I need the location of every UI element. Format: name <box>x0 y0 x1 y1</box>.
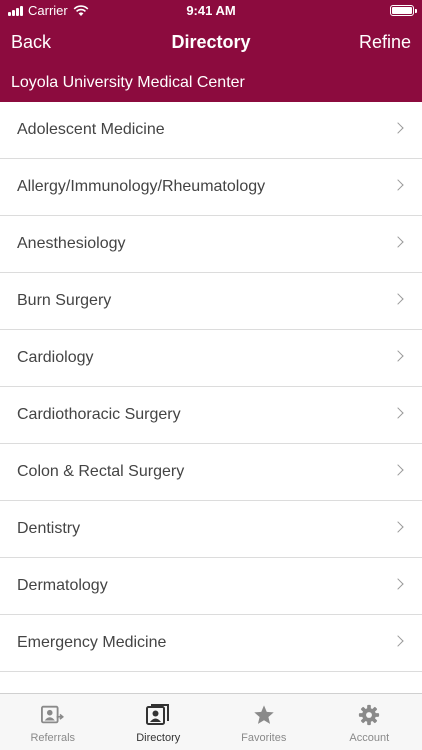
tab-bar: Referrals Directory Favorites Account <box>0 693 422 750</box>
battery-icon <box>390 5 417 16</box>
chevron-right-icon <box>392 407 404 419</box>
list-item[interactable]: Adolescent Medicine <box>0 102 422 159</box>
referrals-icon <box>40 704 65 726</box>
list-item[interactable]: Cardiothoracic Surgery <box>0 387 422 444</box>
list-item-label: Dentistry <box>17 520 81 537</box>
gear-icon <box>357 704 381 726</box>
list-item-label: Burn Surgery <box>17 292 112 309</box>
chevron-right-icon <box>392 236 404 248</box>
nav-bar: Back Directory Refine <box>0 28 422 58</box>
directory-icon <box>146 704 170 726</box>
list-item-label: Cardiothoracic Surgery <box>17 406 181 423</box>
tab-label: Referrals <box>30 732 76 744</box>
tab-label: Directory <box>136 732 181 744</box>
status-time: 9:41 AM <box>186 3 236 18</box>
list-item[interactable]: Burn Surgery <box>0 273 422 330</box>
list-item-label: Cardiology <box>17 349 94 366</box>
tab-referrals[interactable]: Referrals <box>0 694 106 750</box>
tab-favorites[interactable]: Favorites <box>211 694 317 750</box>
department-list: Adolescent Medicine Allergy/Immunology/R… <box>0 102 422 693</box>
tab-label: Account <box>349 732 390 744</box>
list-item-label: Allergy/Immunology/Rheumatology <box>17 178 266 195</box>
chevron-right-icon <box>392 578 404 590</box>
list-item[interactable]: Dentistry <box>0 501 422 558</box>
header: Carrier 9:41 AM Back Directory Refine Lo… <box>0 0 422 102</box>
institution-subtitle: Loyola University Medical Center <box>11 74 245 91</box>
chevron-right-icon <box>392 179 404 191</box>
chevron-right-icon <box>392 464 404 476</box>
refine-button[interactable]: Refine <box>359 32 411 53</box>
tab-directory[interactable]: Directory <box>106 694 212 750</box>
list-item-label: Anesthesiology <box>17 235 126 252</box>
chevron-right-icon <box>392 293 404 305</box>
chevron-right-icon <box>392 122 404 134</box>
list-item-label: Colon & Rectal Surgery <box>17 463 185 480</box>
chevron-right-icon <box>392 350 404 362</box>
status-bar: Carrier 9:41 AM <box>0 0 422 22</box>
list-item[interactable]: Cardiology <box>0 330 422 387</box>
list-item[interactable]: Anesthesiology <box>0 216 422 273</box>
tab-label: Favorites <box>241 732 287 744</box>
list-item-label: Emergency Medicine <box>17 634 167 651</box>
list-item[interactable]: Emergency Medicine <box>0 615 422 672</box>
list-item-label: Dermatology <box>17 577 108 594</box>
back-button[interactable]: Back <box>11 32 51 53</box>
star-icon <box>252 704 276 726</box>
list-item[interactable]: Allergy/Immunology/Rheumatology <box>0 159 422 216</box>
list-item[interactable]: Dermatology <box>0 558 422 615</box>
chevron-right-icon <box>392 521 404 533</box>
list-item-label: Adolescent Medicine <box>17 121 165 138</box>
tab-account[interactable]: Account <box>317 694 422 750</box>
list-item[interactable]: Colon & Rectal Surgery <box>0 444 422 501</box>
chevron-right-icon <box>392 635 404 647</box>
